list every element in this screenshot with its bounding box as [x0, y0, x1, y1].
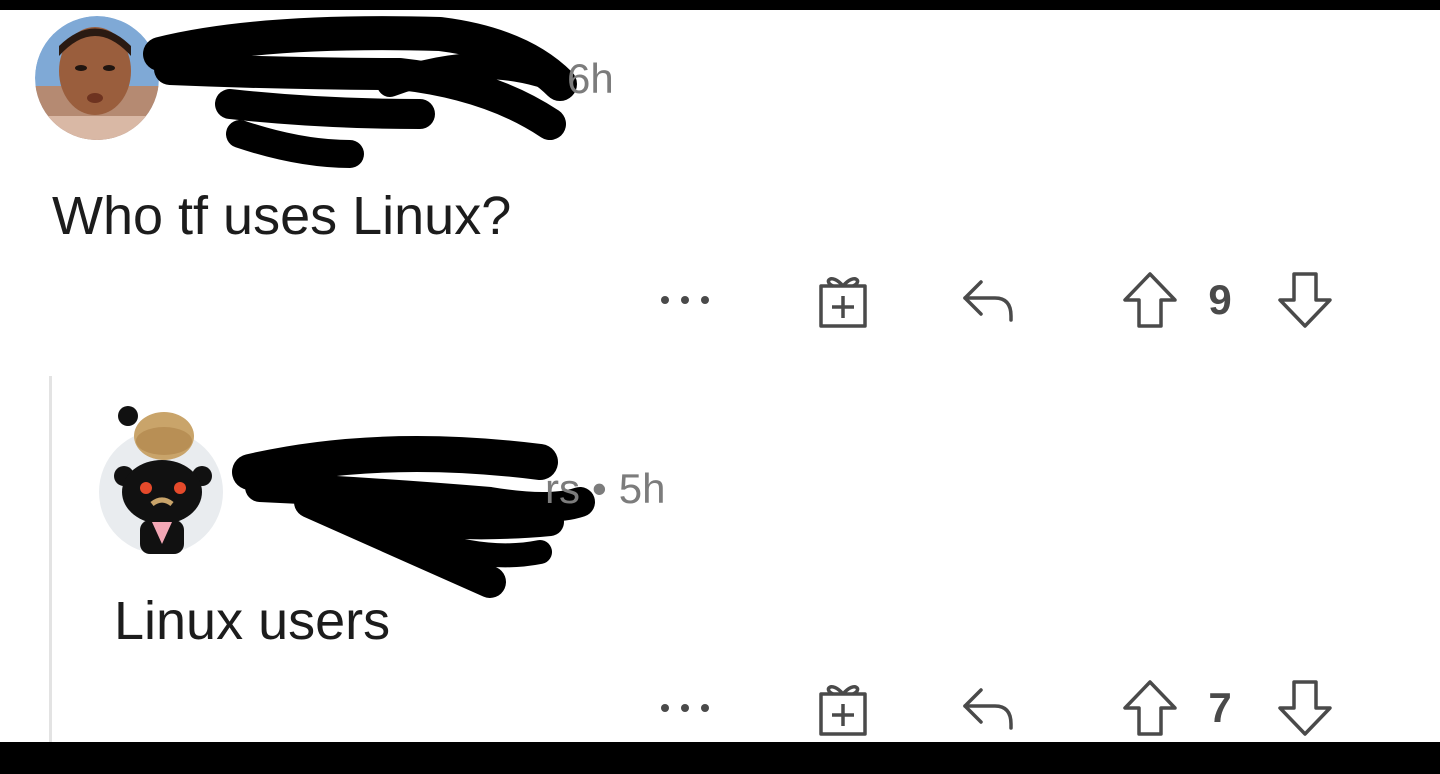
more-icon — [655, 698, 715, 718]
vote-count: 7 — [1208, 684, 1232, 731]
reply-icon — [955, 676, 1019, 740]
comment-meta: rs • 5h — [545, 465, 665, 513]
comment-body: Linux users — [114, 591, 391, 651]
comment-1: 6h Who tf uses Linux? 9 — [0, 10, 1440, 350]
downvote-icon — [1276, 268, 1334, 332]
reply-button[interactable] — [952, 676, 1022, 740]
award-icon — [811, 676, 875, 740]
reply-icon — [955, 268, 1019, 332]
redaction-scribble — [140, 14, 580, 174]
comment-body: Who tf uses Linux? — [52, 186, 512, 246]
award-icon — [811, 268, 875, 332]
upvote-icon — [1121, 268, 1179, 332]
username-fragment[interactable]: rs — [545, 465, 580, 512]
more-options-button[interactable] — [650, 676, 720, 740]
more-options-button[interactable] — [650, 268, 720, 332]
redaction-scribble — [230, 432, 610, 612]
more-icon — [655, 290, 715, 310]
comment-thread: 6h Who tf uses Linux? 9 rs • 5h Linux us… — [0, 10, 1440, 742]
comment-actions: 7 — [0, 676, 1440, 740]
comment-actions: 9 — [0, 268, 1440, 332]
meta-separator: • — [592, 465, 607, 512]
downvote-icon — [1276, 676, 1334, 740]
award-button[interactable] — [808, 268, 878, 332]
upvote-button[interactable] — [1120, 676, 1180, 740]
comment-timestamp: 6h — [567, 55, 614, 102]
vote-count: 9 — [1208, 276, 1232, 323]
upvote-icon — [1121, 676, 1179, 740]
downvote-button[interactable] — [1275, 268, 1335, 332]
downvote-button[interactable] — [1275, 676, 1335, 740]
upvote-button[interactable] — [1120, 268, 1180, 332]
award-button[interactable] — [808, 676, 878, 740]
reply-button[interactable] — [952, 268, 1022, 332]
user-avatar[interactable] — [96, 396, 226, 556]
comment-timestamp: 5h — [618, 465, 666, 512]
comment-2: rs • 5h Linux users 7 — [0, 350, 1440, 742]
